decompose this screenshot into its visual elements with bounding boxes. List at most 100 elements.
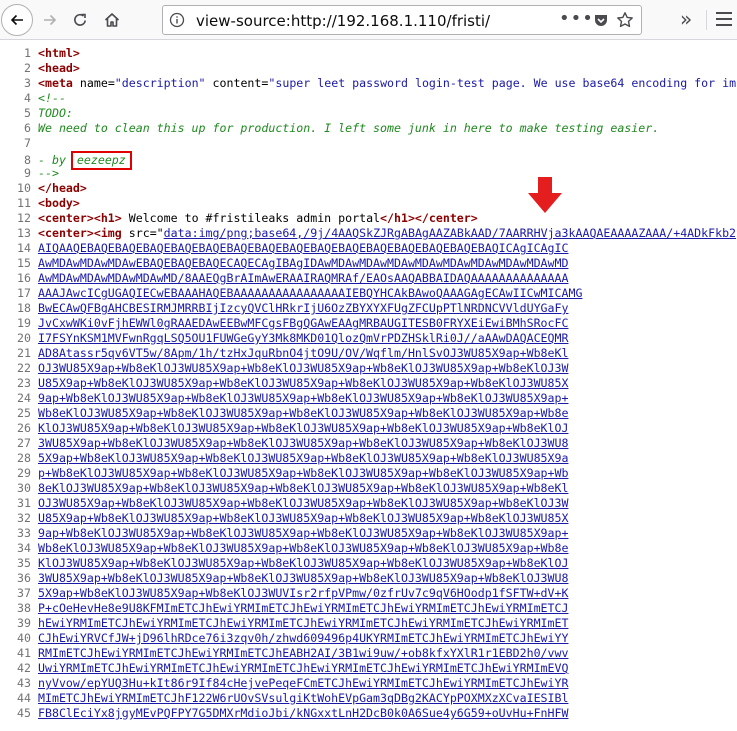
source-line: 44 MImETCJhEwiYRMImETCJhF122W6rUOvSVsulgi… (0, 691, 737, 706)
source-line: 38 P+cOeHevHe8e9U8KFMImETCJhEwiYRMImETCJh… (0, 601, 737, 616)
line-number: 15 (17, 256, 31, 270)
source-line: 4 <!-- (24, 91, 66, 105)
base64-data-link[interactable]: nyVvow/epYUQ3Hu+kIt86r9If84cHejvePeqeFCm… (38, 676, 568, 690)
overflow-menu-icon[interactable]: » (680, 9, 692, 29)
reload-icon (74, 13, 86, 26)
base64-data-link[interactable]: BwECAwQFBgAHCBESIRMJMRRBIjIzcyQVClHRkrIj… (38, 301, 568, 315)
line-number: 38 (17, 601, 31, 615)
source-line: 13 <center><img src="data:img/png;base64,… (17, 226, 737, 240)
base64-data-link[interactable]: hEwiYRMImETCJhEwiYRMImETCJhEwiYRMImETCJh… (38, 616, 568, 630)
source-line: 22 OJ3WU85X9ap+Wb8eKlOJ3WU85X9ap+Wb8eKlOJ… (0, 361, 737, 376)
site-info-icon[interactable] (169, 12, 185, 32)
source-line: 36 3WU85X9ap+Wb8eKlOJ3WU85X9ap+Wb8eKlOJ3W… (0, 571, 737, 586)
source-line: 17 AAAJAwcICgUGAQIECwEBAAAHAQEBAAAAAAAAAA… (0, 286, 737, 301)
base64-data-link[interactable]: U85X9ap+Wb8eKlOJ3WU85X9ap+Wb8eKlOJ3WU85X… (38, 376, 568, 390)
address-bar[interactable]: view-source:http://192.168.1.110/fristi/… (162, 5, 642, 35)
source-line: 26 KlOJ3WU85X9ap+Wb8eKlOJ3WU85X9ap+Wb8eKl… (0, 421, 737, 436)
line-number: 27 (17, 436, 31, 450)
source-line: 5 TODO: (24, 106, 73, 120)
source-line: 42 UwiYRMImETCJhEwiYRMImETCJhEwiYRMImETCJ… (0, 661, 737, 676)
line-number: 29 (17, 466, 31, 480)
home-button[interactable] (98, 6, 126, 34)
line-number: 44 (17, 691, 31, 705)
source-line: 28 5X9ap+Wb8eKlOJ3WU85X9ap+Wb8eKlOJ3WU85X… (0, 451, 737, 466)
base64-data-link[interactable]: 9ap+Wb8eKlOJ3WU85X9ap+Wb8eKlOJ3WU85X9ap+… (38, 391, 568, 405)
reload-button[interactable] (66, 6, 94, 34)
line-number: 14 (17, 241, 31, 255)
back-button[interactable] (1, 4, 33, 36)
source-line: 1 <html> (24, 46, 80, 60)
line-number: 43 (17, 676, 31, 690)
line-number: 22 (17, 361, 31, 375)
base64-data-link[interactable]: AIQAAQEBAQEBAQEBAQEBAQEBAQEBAQEBAQEBAQEB… (38, 241, 568, 255)
source-line: 40 CJhEwiYRVCfJW+jD96lhRDce76i3zqv0h/zhwd… (0, 631, 737, 646)
base64-data-link[interactable]: I7FSYnKSM1MVFwnRgqLSQ5OU1FUWGeGyY3Mk8MKD… (38, 331, 568, 345)
base64-data-link[interactable]: U85X9ap+Wb8eKlOJ3WU85X9ap+Wb8eKlOJ3WU85X… (38, 511, 568, 525)
base64-data-link[interactable]: Wb8eKlOJ3WU85X9ap+Wb8eKlOJ3WU85X9ap+Wb8e… (38, 541, 568, 555)
bookmark-star-icon[interactable] (616, 11, 634, 33)
source-line: 33 9ap+Wb8eKlOJ3WU85X9ap+Wb8eKlOJ3WU85X9a… (0, 526, 737, 541)
base64-data-link[interactable]: AwMDAwMDAwMDAwMDAwMD/8AAEQgBrAImAwERAAIR… (38, 271, 568, 285)
base64-data-link[interactable]: 5X9ap+Wb8eKlOJ3WU85X9ap+Wb8eKlOJ3WU85X9a… (38, 451, 568, 465)
source-line: 20 I7FSYnKSM1MVFwnRgqLSQ5OU1FUWGeGyY3Mk8M… (0, 331, 737, 346)
line-number: 36 (17, 571, 31, 585)
base64-data-link[interactable]: KlOJ3WU85X9ap+Wb8eKlOJ3WU85X9ap+Wb8eKlOJ… (38, 556, 568, 570)
base64-data-link[interactable]: AAAJAwcICgUGAQIECwEBAAAHAQEBAAAAAAAAAAAA… (38, 286, 582, 300)
line-number: 39 (17, 616, 31, 630)
base64-data-link[interactable]: UwiYRMImETCJhEwiYRMImETCJhEwiYRMImETCJhE… (38, 661, 568, 675)
toolbar-separator (706, 10, 707, 30)
line-number: 30 (17, 481, 31, 495)
line-number: 17 (17, 286, 31, 300)
red-down-arrow-icon (528, 177, 562, 213)
line-number: 21 (17, 346, 31, 360)
forward-button[interactable] (36, 6, 64, 34)
base64-data-link[interactable]: AwMDAwMDAwMDAwEBAQEBAQEBAQECAQECAgIBAgID… (38, 256, 568, 270)
base64-data-link[interactable]: 8eKlOJ3WU85X9ap+Wb8eKlOJ3WU85X9ap+Wb8eKl… (38, 481, 568, 495)
base64-data-link[interactable]: 9ap+Wb8eKlOJ3WU85X9ap+Wb8eKlOJ3WU85X9ap+… (38, 526, 568, 540)
source-line: 25 Wb8eKlOJ3WU85X9ap+Wb8eKlOJ3WU85X9ap+Wb… (0, 406, 737, 421)
base64-data-link[interactable]: 5X9ap+Wb8eKlOJ3WU85X9ap+Wb8eKlOJ3WUVIsr2… (38, 586, 568, 600)
base64-data-link[interactable]: Wb8eKlOJ3WU85X9ap+Wb8eKlOJ3WU85X9ap+Wb8e… (38, 406, 568, 420)
source-line: 3 <meta name="description" content="super… (24, 76, 737, 90)
pocket-icon[interactable] (593, 12, 609, 32)
source-line: 19 JvCxwWKi0vFjhEWWl0gRAAEDAwEEBwMFCgsFBg… (0, 316, 737, 331)
line-number: 20 (17, 331, 31, 345)
base64-data-link[interactable]: P+cOeHevHe8e9U8KFMImETCJhEwiYRMImETCJhEw… (38, 601, 568, 615)
meta-name-attr: name (79, 76, 108, 90)
line-number: 28 (17, 451, 31, 465)
source-line: 15 AwMDAwMDAwMDAwEBAQEBAQEBAQECAQECAgIBAg… (0, 256, 737, 271)
url-text[interactable]: view-source:http://192.168.1.110/fristi/ (196, 12, 490, 30)
base64-image-link[interactable]: data:img/png;base64,/9j/4AAQSkZJRgABAgAA… (164, 226, 736, 240)
base64-data-link[interactable]: 3WU85X9ap+Wb8eKlOJ3WU85X9ap+Wb8eKlOJ3WU8… (38, 571, 568, 585)
home-icon (104, 13, 120, 27)
base64-data-link[interactable]: KlOJ3WU85X9ap+Wb8eKlOJ3WU85X9ap+Wb8eKlOJ… (38, 421, 568, 435)
forward-arrow-icon (44, 14, 57, 26)
base64-data-link[interactable]: RMImETCJhEwiYRMImETCJhEwiYRMImETCJhEABH2… (38, 646, 568, 660)
page-actions-menu-icon[interactable]: ••• (559, 8, 594, 29)
line-number: 33 (17, 526, 31, 540)
img-src-attr: src (128, 226, 150, 240)
base64-data-link[interactable]: OJ3WU85X9ap+Wb8eKlOJ3WU85X9ap+Wb8eKlOJ3W… (38, 361, 568, 375)
source-line: 43 nyVvow/epYUQ3Hu+kIt86r9If84cHejvePeqeF… (0, 676, 737, 691)
base64-data-link[interactable]: 3WU85X9ap+Wb8eKlOJ3WU85X9ap+Wb8eKlOJ3WU8… (38, 436, 568, 450)
source-line: 12 <center><h1> Welcome to #fristileaks a… (17, 211, 478, 225)
source-line: 35 KlOJ3WU85X9ap+Wb8eKlOJ3WU85X9ap+Wb8eKl… (0, 556, 737, 571)
source-line: 29 p+Wb8eKlOJ3WU85X9ap+Wb8eKlOJ3WU85X9ap+… (0, 466, 737, 481)
base64-data-link[interactable]: CJhEwiYRVCfJW+jD96lhRDce76i3zqv0h/zhwd60… (38, 631, 568, 645)
base64-data-link[interactable]: OJ3WU85X9ap+Wb8eKlOJ3WU85X9ap+Wb8eKlOJ3W… (38, 496, 568, 510)
hamburger-menu-icon[interactable] (716, 12, 732, 30)
line-number: 16 (17, 271, 31, 285)
base64-data-link[interactable]: p+Wb8eKlOJ3WU85X9ap+Wb8eKlOJ3WU85X9ap+Wb… (38, 466, 568, 480)
heading-text: Welcome to #fristileaks admin portal (121, 211, 381, 225)
line-number: 19 (17, 316, 31, 330)
comment-close: --> (38, 166, 59, 180)
base64-data-link[interactable]: FB8ClEciYx8jgyMEvPQFPY7G5DMXrMdioJbi/kNG… (38, 706, 568, 720)
base64-data-link[interactable]: AD8Atassr5qv6VT5w/8Apm/1h/tzHxJquRbnO4jt… (38, 346, 568, 360)
line-number: 40 (17, 631, 31, 645)
highlighted-username: eezeepz (70, 151, 132, 170)
source-line: 37 5X9ap+Wb8eKlOJ3WU85X9ap+Wb8eKlOJ3WUVIs… (0, 586, 737, 601)
base64-data-link[interactable]: JvCxwWKi0vFjhEWWl0gRAAEDAwEEBwMFCgsFBgQG… (38, 316, 568, 330)
source-line: 23 U85X9ap+Wb8eKlOJ3WU85X9ap+Wb8eKlOJ3WU8… (0, 376, 737, 391)
line-number: 42 (17, 661, 31, 675)
base64-data-link[interactable]: MImETCJhEwiYRMImETCJhF122W6rUOvSVsulgiKt… (38, 691, 568, 705)
